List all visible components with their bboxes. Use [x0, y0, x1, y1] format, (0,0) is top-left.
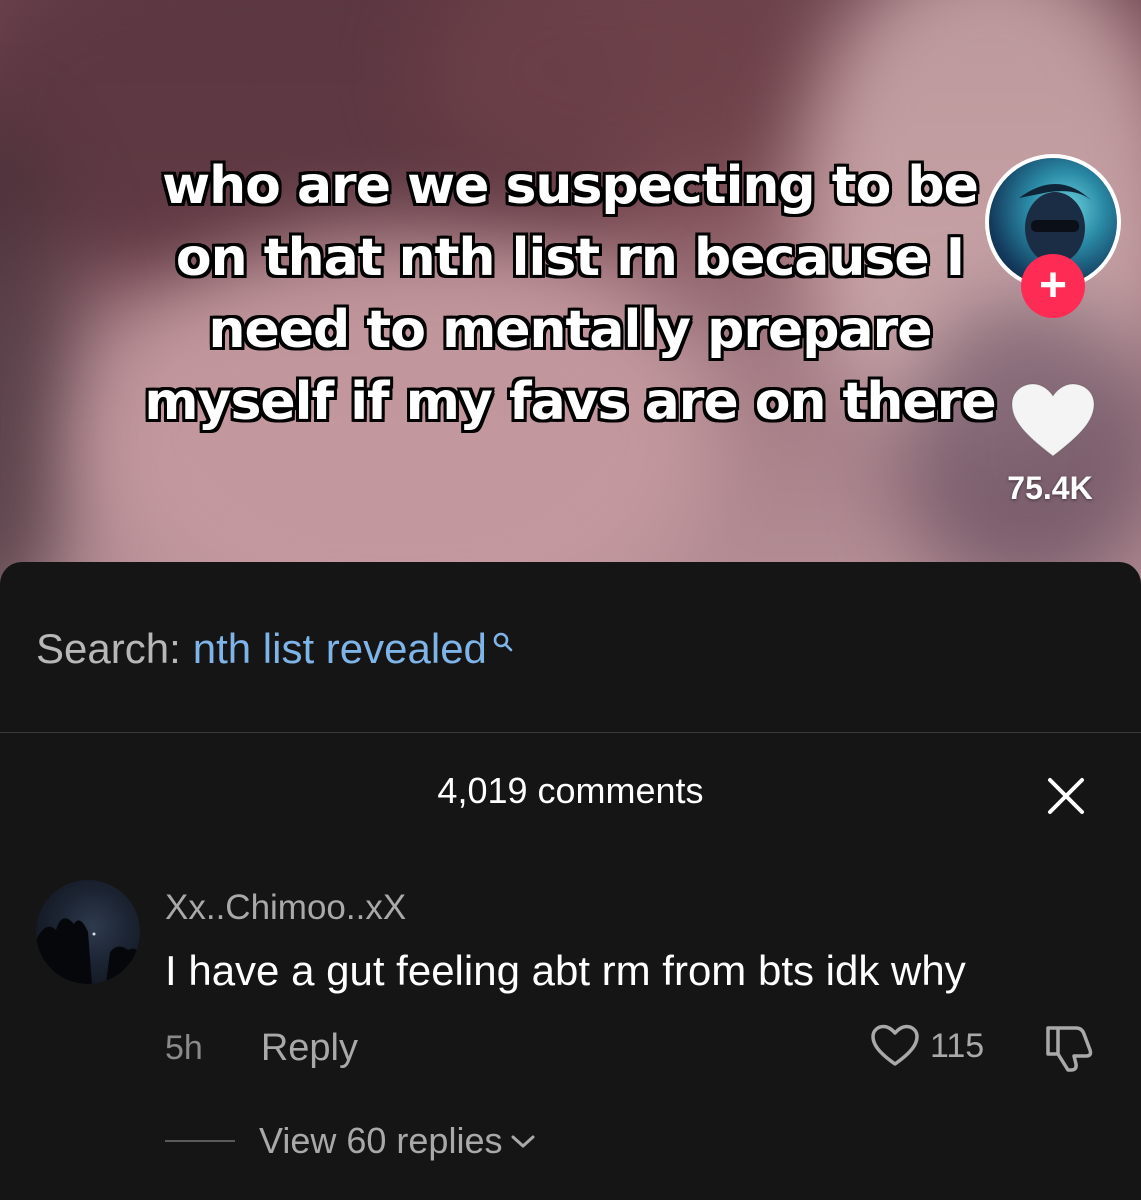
- comment-like-count: 115: [930, 1026, 985, 1065]
- comment-meta: 5h Reply: [165, 1026, 358, 1070]
- comment-timestamp: 5h: [165, 1028, 203, 1067]
- comment-username[interactable]: Xx..Chimoo..xX: [165, 888, 406, 928]
- like-button[interactable]: [1010, 382, 1096, 460]
- close-icon: [1048, 778, 1084, 814]
- commenter-avatar-image: [36, 918, 140, 984]
- caption-line: on that nth list rn because I: [175, 228, 965, 288]
- view-replies-button[interactable]: View 60 replies: [165, 1120, 536, 1162]
- commenter-avatar[interactable]: [36, 880, 140, 984]
- reply-button[interactable]: Reply: [261, 1027, 358, 1070]
- heart-icon: [1011, 383, 1095, 457]
- follow-button[interactable]: +: [1021, 254, 1085, 318]
- chevron-down-icon: [510, 1133, 536, 1156]
- divider: [0, 732, 1141, 733]
- dislike-button[interactable]: [1044, 1024, 1096, 1074]
- close-button[interactable]: [1044, 774, 1088, 818]
- search-term-link[interactable]: nth list revealed: [193, 625, 487, 673]
- comment-like-button[interactable]: 115: [870, 1024, 984, 1068]
- replies-divider-line: [165, 1140, 235, 1142]
- comments-sheet: Search: nth list revealed 4,019 comments: [0, 562, 1141, 1200]
- comments-count-title: 4,019 comments: [437, 770, 704, 811]
- video-caption: who are we suspecting to be on that nth …: [140, 150, 1000, 438]
- caption-line: need to mentally prepare: [208, 300, 933, 360]
- caption-line: myself if my favs are on there: [144, 372, 996, 432]
- view-replies-label: View 60 replies: [259, 1120, 503, 1161]
- creator-avatar-group: +: [985, 154, 1121, 318]
- screen: who are we suspecting to be on that nth …: [0, 0, 1141, 1200]
- caption-line: who are we suspecting to be: [162, 156, 979, 216]
- video-player[interactable]: who are we suspecting to be on that nth …: [0, 0, 1141, 600]
- search-suggestion[interactable]: Search: nth list revealed: [36, 624, 515, 674]
- thumbs-down-icon: [1046, 1026, 1093, 1072]
- search-prefix: Search:: [36, 625, 181, 672]
- heart-outline-icon: [871, 1024, 919, 1066]
- search-icon: [491, 616, 515, 664]
- like-count: 75.4K: [1007, 470, 1093, 506]
- comment-text: I have a gut feeling abt rm from bts idk…: [165, 947, 966, 994]
